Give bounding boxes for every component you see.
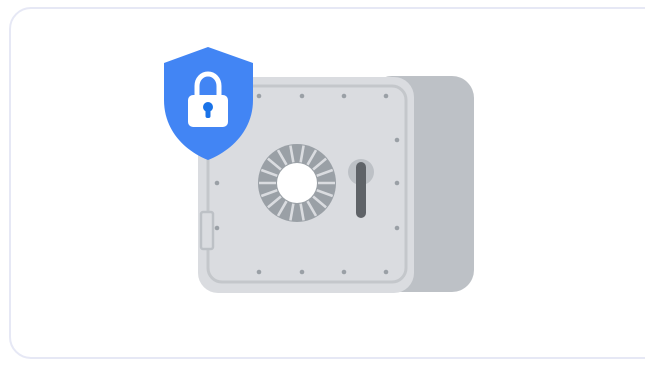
safe-hinge [199, 210, 215, 251]
combination-dial-icon [258, 144, 336, 222]
safe-illustration [164, 47, 474, 293]
page [0, 0, 645, 367]
